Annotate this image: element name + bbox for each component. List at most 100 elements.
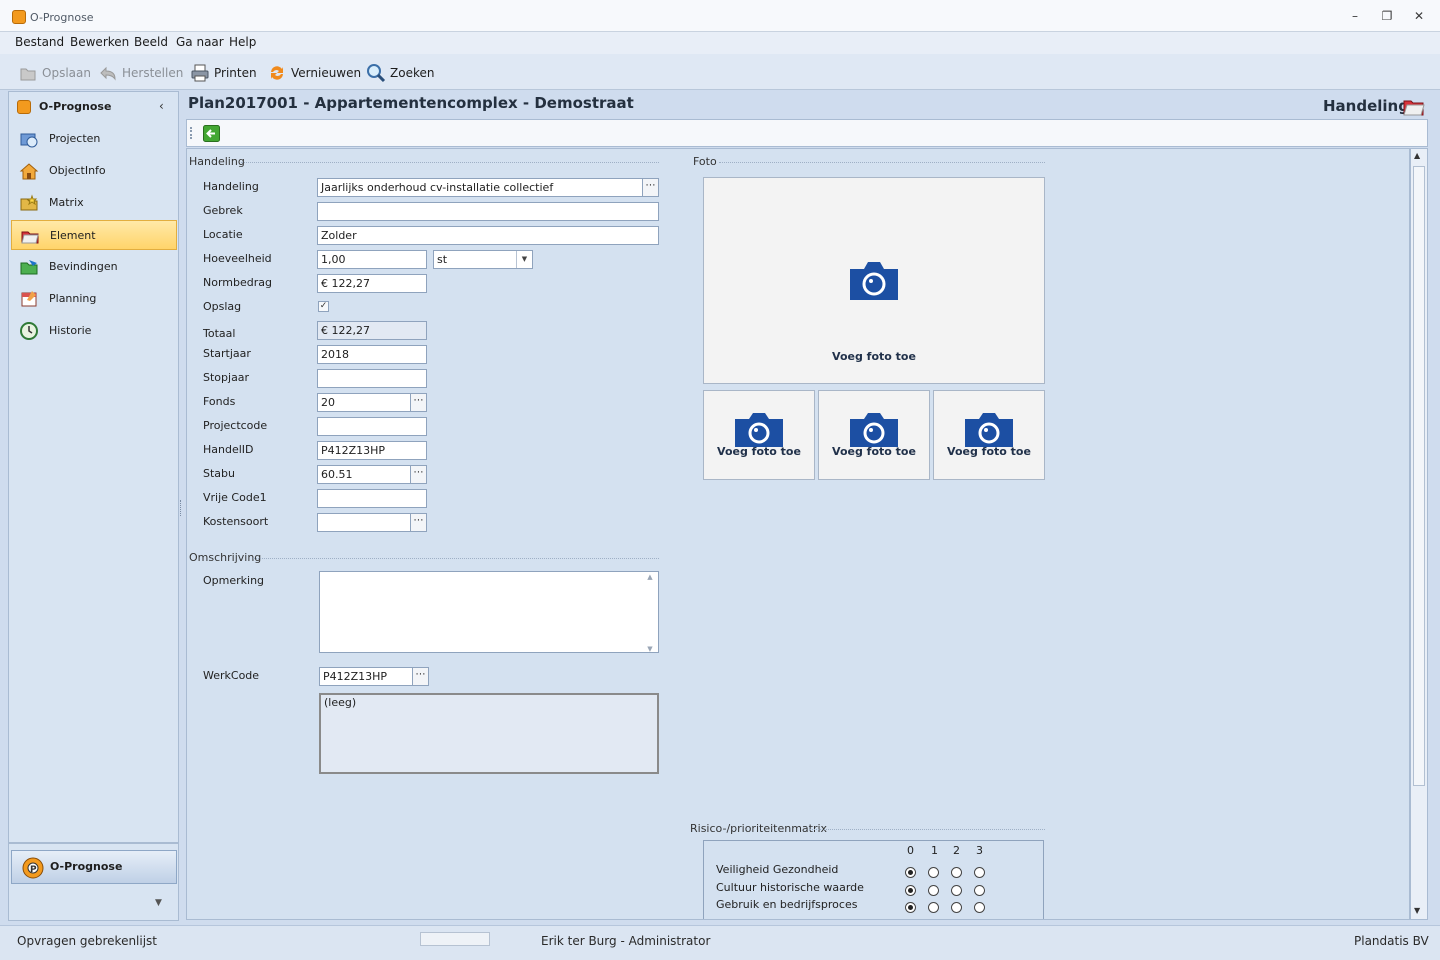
- risk-radio[interactable]: [974, 885, 985, 896]
- photo-slot-1[interactable]: Voeg foto toe: [703, 390, 815, 480]
- stopjaar-field[interactable]: [317, 369, 427, 388]
- main-photo-slot[interactable]: Voeg foto toe: [703, 177, 1045, 384]
- group-divider: [253, 558, 659, 559]
- section-title: Handeling: [1323, 97, 1425, 116]
- risk-radio[interactable]: [974, 902, 985, 913]
- sidebar-item-objectinfo[interactable]: ObjectInfo: [11, 156, 177, 186]
- sidebar-item-historie[interactable]: Historie: [11, 316, 177, 346]
- risk-radio[interactable]: [905, 902, 916, 913]
- back-arrow-icon[interactable]: [203, 125, 220, 142]
- label-handeling: Handeling: [203, 180, 259, 193]
- projectcode-field[interactable]: [317, 417, 427, 436]
- handeling-lookup-button[interactable]: ⋯: [642, 178, 659, 197]
- grip-icon: [190, 127, 192, 139]
- risk-radio[interactable]: [951, 885, 962, 896]
- label-opslag: Opslag: [203, 300, 242, 313]
- menu-ga-naar[interactable]: Ga naar: [176, 35, 224, 49]
- kostensoort-lookup-button[interactable]: ⋯: [410, 513, 427, 532]
- menu-bar: Bestand Bewerken Beeld Ga naar Help: [0, 32, 1440, 54]
- fonds-lookup-button[interactable]: ⋯: [410, 393, 427, 412]
- kostensoort-field[interactable]: [317, 513, 411, 532]
- totaal-field: € 122,27: [317, 321, 427, 340]
- sidebar-item-bevindingen[interactable]: Bevindingen: [11, 252, 177, 282]
- calendar-icon: [21, 291, 37, 307]
- save-button[interactable]: Opslaan: [18, 63, 91, 83]
- sidebar-item-projecten[interactable]: Projecten: [11, 124, 177, 154]
- vrijecode1-field[interactable]: [317, 489, 427, 508]
- risk-radio[interactable]: [974, 867, 985, 878]
- gebrek-field[interactable]: [317, 202, 659, 221]
- label-kostensoort: Kostensoort: [203, 515, 269, 528]
- sidebar-module-label: O-Prognose: [50, 860, 123, 873]
- search-label: Zoeken: [390, 66, 435, 80]
- minimize-button[interactable]: –: [1344, 8, 1366, 24]
- close-button[interactable]: ✕: [1408, 8, 1430, 24]
- risk-radio[interactable]: [905, 885, 916, 896]
- handeling-field[interactable]: Jaarlijks onderhoud cv-installatie colle…: [317, 178, 643, 197]
- risk-row-label: Veiligheid Gezondheid: [716, 863, 839, 876]
- risk-row-label: Gebruik en bedrijfsproces: [716, 898, 858, 911]
- title-bar: O-Prognose – ❐ ✕: [0, 0, 1440, 32]
- hoeveelheid-field[interactable]: 1,00: [317, 250, 427, 269]
- svg-text:P: P: [30, 865, 37, 875]
- scroll-up-icon[interactable]: ▲: [1414, 151, 1420, 160]
- menu-bewerken[interactable]: Bewerken: [70, 35, 129, 49]
- sidebar-item-planning[interactable]: Planning: [11, 284, 177, 314]
- scroll-thumb[interactable]: [1413, 166, 1425, 786]
- menu-help[interactable]: Help: [229, 35, 256, 49]
- risk-radio[interactable]: [928, 885, 939, 896]
- status-user: Erik ter Burg - Administrator: [541, 934, 711, 948]
- locatie-field[interactable]: Zolder: [317, 226, 659, 245]
- risk-radio[interactable]: [928, 867, 939, 878]
- werkcode-memo: (leeg): [319, 693, 659, 774]
- risk-radio[interactable]: [928, 902, 939, 913]
- sidebar-item-matrix[interactable]: Matrix: [11, 188, 177, 218]
- werkcode-lookup-button[interactable]: ⋯: [412, 667, 429, 686]
- label-normbedrag: Normbedrag: [203, 276, 272, 289]
- camera-icon: [850, 262, 898, 300]
- menu-bestand[interactable]: Bestand: [15, 35, 64, 49]
- opslag-checkbox[interactable]: ✓: [318, 301, 329, 312]
- unit-value: st: [437, 253, 448, 266]
- app-icon: [12, 10, 26, 24]
- restore-button[interactable]: ❐: [1376, 8, 1398, 24]
- sidebar-title: O-Prognose: [39, 100, 112, 113]
- refresh-button[interactable]: Vernieuwen: [267, 63, 361, 83]
- opmerking-scrollbar[interactable]: ▲ ▼: [643, 573, 657, 653]
- sidebar-dropdown-icon[interactable]: ▼: [155, 898, 162, 908]
- risk-radio[interactable]: [951, 902, 962, 913]
- photo-slot-3[interactable]: Voeg foto toe: [933, 390, 1045, 480]
- fonds-field[interactable]: 20: [317, 393, 411, 412]
- chevron-down-icon[interactable]: ▼: [516, 251, 532, 268]
- handelid-field[interactable]: P412Z13HP: [317, 441, 427, 460]
- label-locatie: Locatie: [203, 228, 243, 241]
- scroll-down-icon[interactable]: ▼: [1414, 906, 1420, 915]
- sidebar-item-element[interactable]: Element: [11, 220, 177, 250]
- search-button[interactable]: Zoeken: [366, 63, 434, 83]
- stabu-lookup-button[interactable]: ⋯: [410, 465, 427, 484]
- startjaar-field[interactable]: 2018: [317, 345, 427, 364]
- werkcode-field[interactable]: P412Z13HP: [319, 667, 413, 686]
- restore-button[interactable]: Herstellen: [98, 63, 183, 83]
- splitter-handle[interactable]: [180, 500, 183, 516]
- normbedrag-field[interactable]: € 122,27: [317, 274, 427, 293]
- risk-radio[interactable]: [905, 867, 916, 878]
- label-totaal: Totaal: [203, 327, 236, 340]
- collapse-chevron-icon[interactable]: ‹: [159, 99, 164, 113]
- menu-beeld[interactable]: Beeld: [134, 35, 168, 49]
- restore-label: Herstellen: [122, 66, 184, 80]
- label-projectcode: Projectcode: [203, 419, 268, 432]
- sidebar-module-oprognose[interactable]: P O-Prognose: [11, 850, 177, 884]
- sidebar-item-label: Planning: [49, 292, 97, 305]
- label-gebrek: Gebrek: [203, 204, 243, 217]
- photo-slot-2[interactable]: Voeg foto toe: [818, 390, 930, 480]
- unit-select[interactable]: st ▼: [433, 250, 533, 269]
- opmerking-textarea[interactable]: [319, 571, 659, 653]
- stabu-field[interactable]: 60.51: [317, 465, 411, 484]
- print-button[interactable]: Printen: [190, 63, 257, 83]
- toolbar: Opslaan Herstellen Printen Vernieuwen Zo…: [0, 54, 1440, 90]
- group-omschrijving-title: Omschrijving: [189, 551, 262, 564]
- group-divider: [809, 829, 1045, 830]
- content-scrollbar[interactable]: ▲ ▼: [1410, 148, 1428, 920]
- risk-radio[interactable]: [951, 867, 962, 878]
